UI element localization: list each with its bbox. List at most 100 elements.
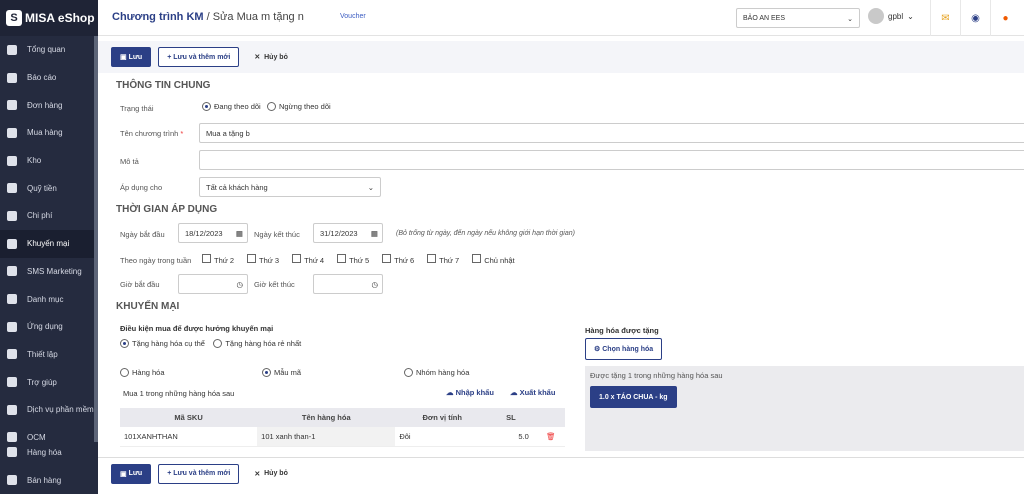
messenger-icon[interactable]: ◉: [960, 0, 990, 36]
sidebar-item-9[interactable]: Danh mục: [0, 285, 98, 313]
bottom-toolbar: ▣ Lưu + Lưu và thêm mới ✕ Hủy bỏ: [98, 457, 1024, 489]
page-title: Sửa Mua m tặng n: [212, 11, 304, 23]
start-date-input[interactable]: 18/12/2023 ▦: [178, 223, 248, 243]
sidebar-item-11[interactable]: Thiết lập: [0, 341, 98, 369]
gear-icon: ⚙: [594, 346, 603, 353]
breadcrumb: Chương trình KM / Sửa Mua m tặng n: [112, 11, 304, 23]
hour-start-input[interactable]: ◷: [178, 274, 248, 294]
sidebar-bottom-1[interactable]: Bán hàng: [0, 466, 98, 494]
delete-icon[interactable]: 🗑: [532, 427, 565, 447]
weekday-checkbox-5[interactable]: Thứ 7: [427, 254, 459, 265]
sidebar-item-5[interactable]: Quỹ tiền: [0, 174, 98, 202]
buy-items-table: Mã SKU Tên hàng hóa Đơn vị tính SL 101XANHT…: [120, 408, 565, 447]
desc-input[interactable]: [199, 150, 1024, 170]
form-content: THÔNG TIN CHUNG Trạng thái Đang theo dõi…: [98, 73, 1024, 451]
save-icon: ▣: [120, 54, 129, 61]
start-date-label: Ngày bắt đầu: [120, 230, 165, 239]
weekday-checkbox-6[interactable]: Chủ nhật: [472, 254, 515, 265]
import-button[interactable]: ☁ Nhập khẩu: [446, 388, 494, 397]
apply-select[interactable]: Tất cả khách hàng ⌄: [199, 177, 381, 197]
breadcrumb-promotions[interactable]: Chương trình KM: [112, 11, 204, 23]
expense-icon: [7, 210, 17, 221]
sidebar: S MISA eShop Tổng quan Báo cáo Đơn hàng Mua …: [0, 0, 98, 494]
status-active-radio[interactable]: Đang theo dõi: [202, 102, 261, 111]
section-general-title: THÔNG TIN CHUNG: [116, 80, 211, 91]
weekday-checkbox-0[interactable]: Thứ 2: [202, 254, 234, 265]
qty-cell: 5.0: [489, 427, 533, 447]
sidebar-item-6[interactable]: Chi phí: [0, 202, 98, 230]
gift-notify-icon[interactable]: ✉: [930, 0, 960, 36]
name-cell: 101 xanh than-1: [257, 427, 396, 447]
name-input[interactable]: Mua a tặng b: [199, 123, 1024, 143]
service-icon: [7, 404, 17, 415]
sidebar-item-10[interactable]: Ứng dụng: [0, 313, 98, 341]
save-button[interactable]: ▣ Lưu: [111, 47, 152, 67]
sidebar-item-0[interactable]: Tổng quan: [0, 36, 98, 64]
warehouse-icon: [7, 155, 17, 166]
table-row[interactable]: 101XANHTHAN 101 xanh than-1 Đôi 5.0 🗑: [120, 427, 565, 447]
weekday-label: Theo ngày trong tuần: [120, 256, 192, 265]
order-icon: [7, 100, 17, 111]
col-header: SL: [489, 408, 533, 427]
choose-goods-button[interactable]: ⚙ Chọn hàng hóa: [585, 338, 663, 360]
close-icon: ✕: [254, 54, 265, 61]
topbar: Chương trình KM / Sửa Mua m tặng n Vouch…: [98, 0, 1024, 36]
status-label: Trạng thái: [120, 104, 154, 113]
store-select[interactable]: BẢO AN EES ⌄: [736, 8, 860, 28]
col-header: Tên hàng hóa: [257, 408, 396, 427]
sidebar-item-12[interactable]: Trợ giúp: [0, 368, 98, 396]
sidebar-item-8[interactable]: SMS Marketing: [0, 258, 98, 286]
gift-item-chip[interactable]: 1.0 x TÁO CHUA - kg: [590, 386, 677, 408]
sidebar-item-3[interactable]: Mua hàng: [0, 119, 98, 147]
dashboard-icon: [7, 44, 17, 55]
type-variant-radio[interactable]: Mẫu mã: [262, 368, 301, 377]
save-button-bottom[interactable]: ▣ Lưu: [111, 463, 152, 484]
save-new-button[interactable]: + Lưu và thêm mới: [158, 47, 240, 67]
cloud-download-icon: ☁: [510, 388, 518, 397]
export-button[interactable]: ☁ Xuất khẩu: [510, 388, 555, 397]
logo[interactable]: S MISA eShop: [0, 0, 98, 36]
desc-label: Mô tả: [120, 157, 139, 166]
cancel-button[interactable]: ✕ Hủy bỏ: [246, 47, 296, 67]
section-promo-title: KHUYẾN MẠI: [116, 301, 180, 312]
sidebar-item-4[interactable]: Kho: [0, 147, 98, 175]
sidebar-item-1[interactable]: Báo cáo: [0, 64, 98, 92]
buy-note: Mua 1 trong những hàng hóa sau: [123, 389, 235, 398]
col-header: Mã SKU: [120, 408, 258, 427]
report-icon: [7, 72, 17, 83]
sidebar-item-13[interactable]: Dịch vụ phần mềm: [0, 396, 98, 424]
voucher-link[interactable]: Voucher: [340, 13, 366, 20]
bell-icon[interactable]: ●: [990, 0, 1020, 36]
save-new-button-bottom[interactable]: + Lưu và thêm mới: [158, 463, 240, 484]
gift-cheapest-radio[interactable]: Tặng hàng hóa rẻ nhất: [213, 339, 301, 348]
sell-icon: [7, 475, 17, 486]
calendar-icon: ▦: [235, 229, 243, 238]
weekday-checkbox-3[interactable]: Thứ 5: [337, 254, 369, 265]
sidebar-item-7[interactable]: Khuyến mại: [0, 229, 98, 258]
section-time-title: THỜI GIAN ÁP DỤNG: [116, 204, 218, 215]
type-goods-radio[interactable]: Hàng hóa: [120, 368, 165, 377]
hour-end-label: Giờ kết thúc: [254, 280, 295, 289]
type-group-radio[interactable]: Nhóm hàng hóa: [404, 368, 469, 377]
user-menu[interactable]: gpbl ⌄: [868, 8, 914, 24]
col-header: Đơn vị tính: [395, 408, 490, 427]
name-label: Tên chương trình *: [120, 129, 184, 138]
save-icon: ▣: [120, 470, 129, 478]
weekday-checkbox-4[interactable]: Thứ 6: [382, 254, 414, 265]
end-date-input[interactable]: 31/12/2023 ▦: [313, 223, 383, 243]
gift-note: Được tặng 1 trong những hàng hóa sau: [590, 371, 723, 380]
apply-label: Áp dụng cho: [120, 183, 163, 192]
gift-list-area: Được tặng 1 trong những hàng hóa sau 1.0…: [585, 366, 1024, 451]
chevron-down-icon: ⌄: [367, 183, 374, 192]
cancel-button-bottom[interactable]: ✕ Hủy bỏ: [246, 464, 296, 484]
status-inactive-radio[interactable]: Ngừng theo dõi: [266, 102, 331, 111]
sidebar-item-2[interactable]: Đơn hàng: [0, 91, 98, 119]
sidebar-bottom-0[interactable]: Hàng hóa: [0, 439, 98, 467]
weekday-checkbox-1[interactable]: Thứ 3: [247, 254, 279, 265]
clock-icon: ◷: [371, 280, 378, 289]
weekday-checkbox-2[interactable]: Thứ 4: [292, 254, 324, 265]
hour-end-input[interactable]: ◷: [313, 274, 383, 294]
chevron-down-icon: ⌄: [847, 16, 853, 23]
gift-specific-radio[interactable]: Tặng hàng hóa cụ thể: [120, 339, 205, 348]
promo-condition-label: Điều kiện mua để được hưởng khuyến mại: [120, 324, 274, 333]
